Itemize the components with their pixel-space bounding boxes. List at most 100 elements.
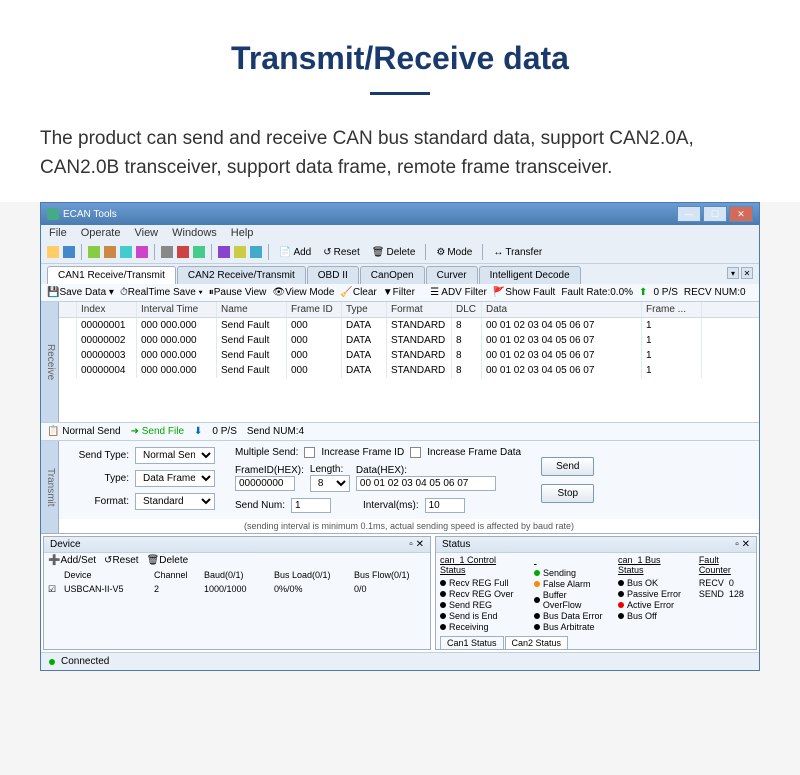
clear-button[interactable]: 🧹Clear bbox=[340, 287, 376, 298]
open-icon[interactable] bbox=[47, 246, 59, 258]
mode-button[interactable]: ⚙Mode bbox=[432, 245, 476, 260]
inc-frameid-checkbox[interactable] bbox=[304, 447, 315, 458]
sendtype-select[interactable]: Normal Send bbox=[135, 447, 215, 464]
can2-status-tab[interactable]: Can2 Status bbox=[505, 636, 569, 649]
menu-view[interactable]: View bbox=[134, 227, 158, 239]
filter-button[interactable]: ▼Filter bbox=[383, 287, 415, 298]
save-data-button[interactable]: 💾Save Data ▾ bbox=[47, 287, 114, 298]
tab-dropdown-icon[interactable]: ▾ bbox=[727, 267, 739, 279]
send-button[interactable]: Send bbox=[541, 457, 594, 476]
tool-icon-4[interactable] bbox=[161, 246, 173, 258]
device-panel-collapse-icon[interactable]: ▫ ✕ bbox=[409, 539, 424, 550]
show-fault-button[interactable]: 🚩Show Fault bbox=[493, 287, 555, 298]
data-grid: Index Interval Time Name Frame ID Type F… bbox=[59, 302, 759, 422]
fault-rate-label: Fault Rate:0.0% bbox=[561, 287, 633, 298]
statusbar: Connected bbox=[41, 652, 759, 670]
col-data[interactable]: Data bbox=[482, 302, 642, 317]
adv-filter-button[interactable]: ☰ ADV Filter bbox=[430, 287, 487, 298]
col-frameid[interactable]: Frame ID bbox=[287, 302, 342, 317]
cut-icon[interactable] bbox=[177, 246, 189, 258]
tool-icon-5[interactable] bbox=[193, 246, 205, 258]
status-panel-collapse-icon[interactable]: ▫ ✕ bbox=[735, 539, 750, 550]
device-add-button[interactable]: ➕Add/Set bbox=[48, 555, 96, 566]
can1-status-tab[interactable]: Can1 Status bbox=[440, 636, 504, 649]
tab-close-icon[interactable]: ✕ bbox=[741, 267, 753, 279]
col-name[interactable]: Name bbox=[217, 302, 287, 317]
menu-file[interactable]: File bbox=[49, 227, 67, 239]
tool-icon-2[interactable] bbox=[104, 246, 116, 258]
transfer-button[interactable]: ↔Transfer bbox=[489, 245, 546, 260]
transmit-side-tab[interactable]: Transmit bbox=[41, 441, 59, 533]
table-row[interactable]: 00000001000 000.000Send Fault000DATASTAN… bbox=[59, 318, 759, 333]
col-index[interactable]: Index bbox=[77, 302, 137, 317]
delete-button[interactable]: 🗑Delete bbox=[368, 245, 420, 260]
format-select[interactable]: Standard bbox=[135, 493, 215, 510]
col-interval[interactable]: Interval Time bbox=[137, 302, 217, 317]
sendnum-input[interactable] bbox=[291, 498, 331, 513]
device-row[interactable]: ☑ USBCAN-II-V5 2 1000/1000 0%/0% 0/0 bbox=[44, 582, 430, 597]
add-button[interactable]: 📄 Add bbox=[275, 245, 315, 260]
receive-side-tab[interactable]: Receive bbox=[41, 302, 59, 422]
connection-status-label: Connected bbox=[61, 656, 109, 667]
ps-label: 0 P/S bbox=[653, 287, 677, 298]
dev-col-load: Bus Load(0/1) bbox=[270, 568, 350, 582]
save-icon[interactable] bbox=[63, 246, 75, 258]
interval-input[interactable] bbox=[425, 498, 465, 513]
normal-send-button[interactable]: 📋 Normal Send bbox=[47, 426, 121, 437]
tool-icon-6[interactable] bbox=[218, 246, 230, 258]
length-select[interactable]: 8 bbox=[310, 475, 350, 492]
realtime-save-button[interactable]: ⏱RealTime Save ▾ bbox=[120, 287, 203, 298]
col-format[interactable]: Format bbox=[387, 302, 452, 317]
connection-indicator-icon bbox=[49, 659, 55, 665]
device-panel-title: Device bbox=[50, 539, 81, 550]
menu-operate[interactable]: Operate bbox=[81, 227, 121, 239]
frameid-input[interactable] bbox=[235, 476, 295, 491]
inc-framedata-label: Increase Frame Data bbox=[427, 447, 521, 458]
reset-button[interactable]: ↺Reset bbox=[319, 245, 364, 260]
tab-curver[interactable]: Curver bbox=[426, 266, 478, 284]
menu-windows[interactable]: Windows bbox=[172, 227, 217, 239]
table-row[interactable]: 00000004000 000.000Send Fault000DATASTAN… bbox=[59, 363, 759, 378]
tab-obd2[interactable]: OBD II bbox=[307, 266, 359, 284]
minimize-button[interactable]: — bbox=[677, 206, 701, 222]
pause-view-button[interactable]: ⏸Pause View bbox=[209, 287, 267, 298]
multi-send-label: Multiple Send: bbox=[235, 447, 298, 458]
device-delete-button[interactable]: 🗑Delete bbox=[147, 555, 189, 566]
maximize-button[interactable]: ☐ bbox=[703, 206, 727, 222]
close-button[interactable]: ✕ bbox=[729, 206, 753, 222]
interval-label: Interval(ms): bbox=[363, 500, 419, 511]
send-ps-label: 0 P/S bbox=[212, 426, 236, 437]
col-frame[interactable]: Frame ... bbox=[642, 302, 702, 317]
tool-icon-1[interactable] bbox=[88, 246, 100, 258]
tool-icon-3[interactable] bbox=[136, 246, 148, 258]
up-arrow-icon: ⬆ bbox=[639, 287, 647, 298]
tab-decode[interactable]: Intelligent Decode bbox=[479, 266, 581, 284]
inc-framedata-checkbox[interactable] bbox=[410, 447, 421, 458]
type-select[interactable]: Data Frame bbox=[135, 470, 215, 487]
dev-col-device: Device bbox=[60, 568, 150, 582]
main-toolbar: 📄 Add ↺Reset 🗑Delete ⚙Mode ↔Transfer bbox=[41, 241, 759, 264]
table-row[interactable]: 00000002000 000.000Send Fault000DATASTAN… bbox=[59, 333, 759, 348]
refresh-icon[interactable] bbox=[120, 246, 132, 258]
transmit-panel: Send Type:Normal Send Type:Data Frame Fo… bbox=[59, 441, 759, 519]
tab-can1[interactable]: CAN1 Receive/Transmit bbox=[47, 266, 176, 284]
datahex-label: Data(HEX): bbox=[356, 465, 407, 476]
ctrl-status-header: can_1 Control Status bbox=[440, 555, 522, 575]
down-arrow-icon: ⬇ bbox=[194, 426, 202, 437]
menu-help[interactable]: Help bbox=[231, 227, 254, 239]
tool-icon-8[interactable] bbox=[250, 246, 262, 258]
view-mode-button[interactable]: 👁View Mode bbox=[272, 287, 334, 298]
bus-status-header: can_1 Bus Status bbox=[618, 555, 687, 575]
table-row[interactable]: 00000003000 000.000Send Fault000DATASTAN… bbox=[59, 348, 759, 363]
col-dlc[interactable]: DLC bbox=[452, 302, 482, 317]
send-file-button[interactable]: ➜ Send File bbox=[131, 426, 184, 437]
type-label: Type: bbox=[69, 473, 129, 484]
tab-canopen[interactable]: CanOpen bbox=[360, 266, 425, 284]
tab-can2[interactable]: CAN2 Receive/Transmit bbox=[177, 266, 306, 284]
tool-icon-7[interactable] bbox=[234, 246, 246, 258]
col-type[interactable]: Type bbox=[342, 302, 387, 317]
device-reset-button[interactable]: ↺Reset bbox=[104, 555, 139, 566]
dev-col-baud: Baud(0/1) bbox=[200, 568, 270, 582]
datahex-input[interactable] bbox=[356, 476, 496, 491]
stop-button[interactable]: Stop bbox=[541, 484, 594, 503]
